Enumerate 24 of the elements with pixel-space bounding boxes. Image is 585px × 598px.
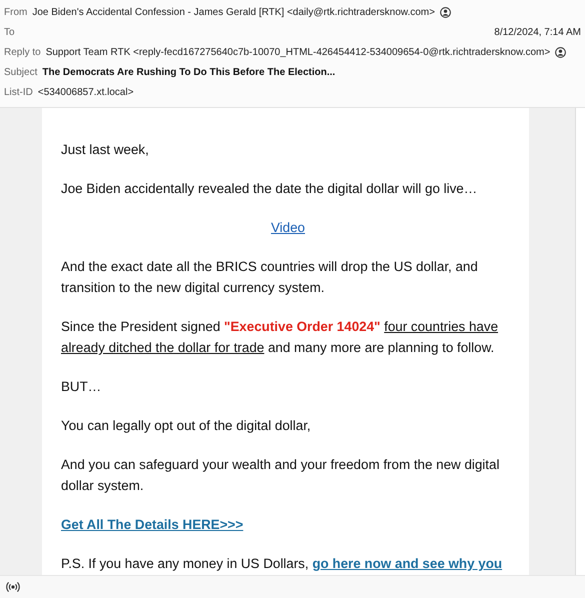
field-label: From	[4, 6, 28, 20]
field-value: Joe Biden's Accidental Confession - James Gerald [RTK] <daily@rtk.richtradersknow.com>	[32, 6, 435, 20]
contact-icon[interactable]	[555, 46, 566, 58]
field-label: Reply to	[4, 46, 41, 60]
paragraph: BUT…	[61, 378, 102, 396]
paragraph: Joe Biden accidentally revealed the date the digital dollar will go live…	[61, 180, 478, 198]
broadcast-icon[interactable]	[6, 581, 20, 593]
paragraph: You can legally opt out of the digital dollar,	[61, 417, 312, 435]
date-text: 8/12/2024, 7:14 AM	[494, 26, 581, 40]
contact-icon[interactable]	[440, 6, 451, 18]
subject-text: The Democrats Are Rushing To Do This Before The Election...	[42, 66, 336, 80]
field-value: Support Team RTK <reply-fecd167275640c7b-10070_HTML-426454412-534009654-0@rtk.richtradersknow.com>	[46, 46, 550, 60]
video-link[interactable]: Video	[270, 220, 305, 235]
paragraph: And the exact date all the BRICS countries will drop the US dollar, and transition to the new digital currency system.	[61, 258, 479, 297]
field-label: List-ID	[4, 86, 33, 100]
field-label: To	[4, 26, 15, 40]
paragraph: Just last week,	[61, 141, 150, 159]
paragraph: Since the President signed "Executive Order 14024" four countries have already ditched the dollar for trade and many more are planning to follow.	[61, 318, 500, 357]
paragraph: And you can safeguard your wealth and your freedom from the new digital dollar system.	[61, 456, 500, 495]
details-link[interactable]: Get All The Details HERE>>>	[61, 517, 244, 532]
field-value: <534006857.xt.local>	[38, 86, 134, 100]
field-label: Subject	[4, 66, 38, 80]
inline-link[interactable]: go here now and see why you	[312, 556, 502, 571]
paragraph: P.S. If you have any money in US Dollars, go here now and see why you	[61, 555, 504, 573]
